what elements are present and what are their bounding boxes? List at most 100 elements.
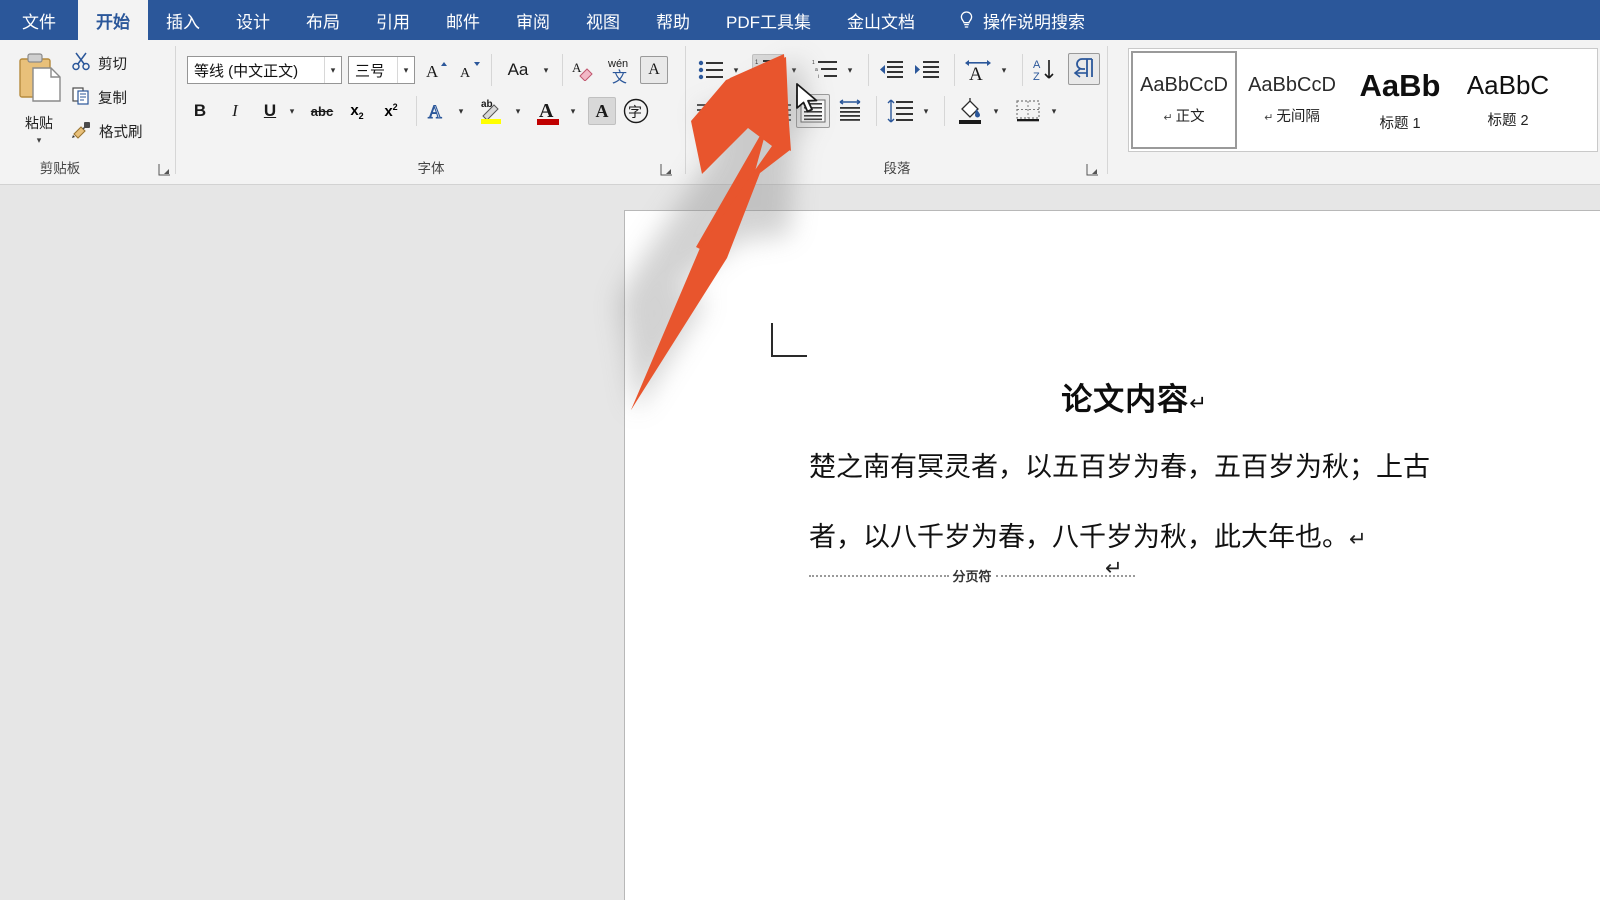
document-body[interactable]: 楚之南有冥灵者，以五百岁为春，五百岁为秋；上古 者，以八千岁为春，八千岁为秋，此… xyxy=(809,433,1600,574)
page-break-label: 分页符 xyxy=(952,569,992,584)
tab-insert[interactable]: 插入 xyxy=(148,0,218,40)
distribute-button[interactable] xyxy=(834,96,866,126)
styles-gallery[interactable]: AaBbCcD ↵ 正文 AaBbCcD ↵ 无间隔 AaBb 标题 1 AaBbC… xyxy=(1128,48,1598,152)
asian-layout-dropdown[interactable]: ▾ xyxy=(996,59,1012,81)
subscript-button[interactable]: x2 xyxy=(343,98,371,124)
align-right-icon xyxy=(767,104,791,121)
increase-indent-button[interactable] xyxy=(912,56,942,84)
style-preview: AaBbCcD xyxy=(1140,74,1228,96)
numbered-list-button[interactable]: 1 2 3 xyxy=(752,54,784,86)
tell-me-label: 操作说明搜索 xyxy=(983,12,1085,32)
chevron-down-icon: ▾ xyxy=(543,64,549,75)
tab-references[interactable]: 引用 xyxy=(358,0,428,40)
document-page[interactable]: 论文内容↵ 楚之南有冥灵者，以五百岁为春，五百岁为秋；上古 者，以八千岁为春，八… xyxy=(624,210,1600,900)
paste-button[interactable]: 粘贴 ▾ xyxy=(8,48,70,156)
align-right-button[interactable] xyxy=(764,98,794,126)
grow-font-button[interactable]: A xyxy=(423,57,451,83)
pilcrow-icon: ↵ xyxy=(1264,112,1274,124)
tab-file[interactable]: 文件 xyxy=(0,0,78,40)
style-item-normal[interactable]: AaBbCcD ↵ 正文 xyxy=(1131,51,1237,149)
font-color-dropdown[interactable]: ▾ xyxy=(565,100,581,122)
character-shading-icon: A xyxy=(595,100,609,121)
page-break-dots-left xyxy=(809,574,949,577)
bullet-list-button[interactable] xyxy=(696,56,726,84)
font-dialog-launcher[interactable] xyxy=(660,163,674,177)
paragraph-dialog-launcher[interactable] xyxy=(1086,163,1100,177)
text-effects-icon: A xyxy=(427,101,442,123)
tab-mailings[interactable]: 邮件 xyxy=(428,0,498,40)
copy-button[interactable]: 复制 xyxy=(72,84,127,110)
superscript-button[interactable]: x2 xyxy=(377,98,405,124)
tab-help[interactable]: 帮助 xyxy=(638,0,708,40)
borders-button[interactable] xyxy=(1012,96,1044,126)
character-border-button[interactable]: A xyxy=(640,56,668,84)
change-case-icon: Aa xyxy=(507,60,529,79)
tell-me-search[interactable]: 操作说明搜索 xyxy=(933,0,1103,40)
pilcrow-icon xyxy=(1073,58,1093,78)
style-item-next-partial[interactable]: A xyxy=(1563,51,1597,149)
underline-button[interactable]: U xyxy=(257,98,283,124)
underline-dropdown[interactable]: ▾ xyxy=(284,100,300,122)
cut-button[interactable]: 剪切 xyxy=(72,50,127,76)
chevron-down-icon[interactable]: ▾ xyxy=(324,57,341,83)
text-effects-dropdown[interactable]: ▾ xyxy=(453,100,469,122)
chevron-down-icon[interactable]: ▾ xyxy=(397,57,414,83)
shading-dropdown[interactable]: ▾ xyxy=(988,100,1004,122)
font-name-combo[interactable]: 等线 (中文正文) ▾ xyxy=(187,56,342,84)
font-color-button[interactable]: A xyxy=(533,95,563,127)
sort-button[interactable]: A Z xyxy=(1030,55,1060,85)
asian-layout-button[interactable]: A xyxy=(962,55,994,85)
highlight-dropdown[interactable]: ▾ xyxy=(510,100,526,122)
shrink-font-button[interactable]: A xyxy=(456,57,484,83)
line-spacing-dropdown[interactable]: ▾ xyxy=(918,100,934,122)
tab-pdf-tools[interactable]: PDF工具集 xyxy=(708,0,829,40)
format-painter-button[interactable]: 格式刷 xyxy=(72,118,143,144)
italic-button[interactable]: I xyxy=(222,98,248,124)
style-item-heading-1[interactable]: AaBb 标题 1 xyxy=(1347,51,1453,149)
chevron-down-icon[interactable]: ▾ xyxy=(37,136,42,145)
bold-button[interactable]: B xyxy=(187,98,213,124)
tab-view[interactable]: 视图 xyxy=(568,0,638,40)
tab-layout[interactable]: 布局 xyxy=(288,0,358,40)
text-highlight-color-button[interactable]: ab xyxy=(476,95,508,127)
align-left-icon xyxy=(697,104,721,121)
borders-icon xyxy=(1016,100,1040,122)
font-color-icon: A xyxy=(537,100,559,125)
bullet-list-dropdown[interactable]: ▾ xyxy=(728,59,744,81)
enclose-character-button[interactable]: 字 xyxy=(620,95,652,127)
numbered-list-dropdown[interactable]: ▾ xyxy=(786,59,802,81)
svg-text:文: 文 xyxy=(612,68,627,85)
document-canvas[interactable]: 论文内容↵ 楚之南有冥灵者，以五百岁为春，五百岁为秋；上古 者，以八千岁为春，八… xyxy=(0,186,1600,900)
change-case-dropdown[interactable]: ▾ xyxy=(538,59,554,81)
tab-kingsoft-docs[interactable]: 金山文档 xyxy=(829,0,933,40)
show-formatting-marks-button[interactable] xyxy=(1068,53,1100,85)
multilevel-list-button[interactable]: 1 a i xyxy=(810,56,840,84)
clipboard-dialog-launcher[interactable] xyxy=(158,163,172,177)
align-left-button[interactable] xyxy=(694,98,724,126)
paste-label: 粘贴 xyxy=(25,115,53,131)
superscript-icon: x2 xyxy=(384,102,398,120)
decrease-indent-button[interactable] xyxy=(876,56,906,84)
shading-icon xyxy=(959,98,981,124)
character-shading-button[interactable]: A xyxy=(588,97,616,125)
font-size-combo[interactable]: 三号 ▾ xyxy=(348,56,415,84)
borders-dropdown[interactable]: ▾ xyxy=(1046,100,1062,122)
line-spacing-button[interactable] xyxy=(884,96,916,126)
clear-formatting-button[interactable]: A xyxy=(569,56,599,84)
tab-review[interactable]: 审阅 xyxy=(498,0,568,40)
word-window: 文件 开始 插入 设计 布局 引用 邮件 审阅 视图 帮助 PDF工具集 金山文… xyxy=(0,0,1600,900)
text-effects-button[interactable]: A xyxy=(423,97,451,125)
style-item-heading-2[interactable]: AaBbC 标题 2 xyxy=(1455,51,1561,149)
change-case-button[interactable]: Aa xyxy=(499,57,537,83)
tab-home[interactable]: 开始 xyxy=(78,0,148,40)
bold-icon: B xyxy=(193,101,207,120)
asian-layout-icon: A xyxy=(965,60,991,82)
tab-design[interactable]: 设计 xyxy=(218,0,288,40)
shading-button[interactable] xyxy=(954,95,986,127)
style-item-no-spacing[interactable]: AaBbCcD ↵ 无间隔 xyxy=(1239,51,1345,149)
phonetic-guide-button[interactable]: wén 文 xyxy=(604,54,636,86)
align-center-button[interactable] xyxy=(729,98,759,126)
strikethrough-button[interactable]: abc xyxy=(307,98,337,124)
multilevel-list-dropdown[interactable]: ▾ xyxy=(842,59,858,81)
style-name: 标题 1 xyxy=(1379,115,1421,132)
